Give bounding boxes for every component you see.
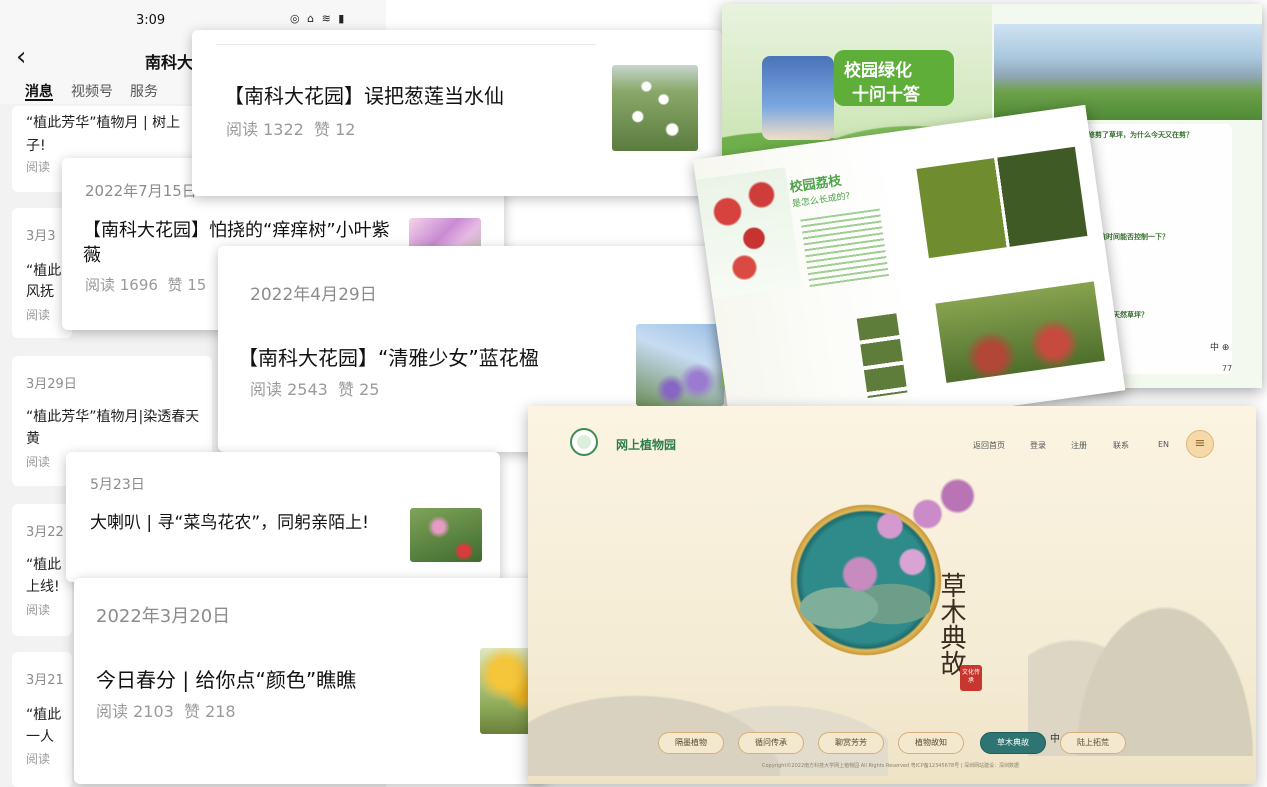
article-title: 大喇叭 | 寻“菜鸟花农”，同躬亲陌上!	[90, 513, 369, 533]
list-item-extra: 风抚	[26, 284, 54, 300]
list-item-date: 3月29日	[26, 377, 77, 392]
badge-subtitle: 十问十答	[852, 85, 920, 105]
list-item[interactable]: 3月22 “植此 上线! 阅读	[12, 504, 72, 636]
website-footer: Copyright©2022南方科技大学网上植物园 All Rights Res…	[762, 763, 1020, 769]
list-item-extra: 上线!	[26, 579, 60, 595]
brochure-right-photo	[994, 24, 1262, 120]
article-date: 2022年4月29日	[250, 285, 377, 305]
article-card-zephyranthes[interactable]: 【南科大花园】误把葱莲当水仙 阅读 1322 赞 12	[192, 30, 722, 196]
status-icons: ◎ ⌂ ≋ ▮	[290, 12, 347, 25]
badge-title: 校园绿化	[844, 61, 912, 81]
jacaranda-thumbnail	[636, 324, 724, 406]
nav-register-link[interactable]: 注册	[1071, 440, 1087, 451]
article-stats: 阅读 2103 赞 218	[96, 702, 236, 721]
list-item-extra: 黄	[26, 431, 40, 447]
list-item-extra: 子!	[26, 138, 46, 154]
list-item-title: “植此	[26, 557, 62, 573]
teacher-illustration	[762, 56, 834, 140]
brochure-page-num: 77	[1222, 364, 1233, 373]
calligraphy-title: 草木典故	[936, 572, 966, 676]
tab-underline	[25, 99, 53, 101]
nav-login-link[interactable]: 登录	[1030, 440, 1046, 451]
article-title: 今日春分 | 给你点“颜色”瞧瞧	[96, 668, 357, 692]
article-card-spring-equinox[interactable]: 2022年3月20日 今日春分 | 给你点“颜色”瞧瞧 阅读 2103 赞 21…	[74, 578, 546, 784]
nav-button-4[interactable]: 植物故知	[898, 732, 964, 754]
status-time: 3:09	[136, 13, 166, 28]
site-logo-text[interactable]: 网上植物园	[616, 436, 676, 453]
brochure-lang: 中 ⊕	[1210, 343, 1230, 353]
card-top-line	[216, 44, 596, 45]
account-title: 南科大	[145, 53, 194, 72]
tab-messages[interactable]: 消息	[25, 81, 53, 101]
article-stats: 阅读 1696 赞 15	[85, 276, 207, 294]
gardener-thumbnail	[410, 508, 482, 562]
list-item-stats: 阅读	[26, 160, 51, 174]
list-item-date: 3月21	[26, 673, 64, 688]
list-item-extra: 一人	[26, 729, 54, 745]
brochure-lychee: 校园荔枝 是怎么长成的?	[693, 104, 1126, 446]
list-item-date: 3月22	[26, 525, 64, 540]
nav-button-1[interactable]: 隔墨植物	[658, 732, 724, 754]
article-title: 【南科大花园】误把葱莲当水仙	[224, 84, 504, 108]
list-item[interactable]: 3月21 “植此 一人 阅读	[12, 652, 72, 787]
phone-tabs: 消息 视频号 服务	[0, 75, 200, 105]
nav-contact-link[interactable]: 联系	[1113, 440, 1129, 451]
nav-button-3[interactable]: 聊赏芳芳	[818, 732, 884, 754]
list-item-title: “植此	[26, 263, 62, 279]
site-logo-icon[interactable]	[570, 428, 598, 456]
nav-language-link[interactable]: EN	[1158, 440, 1169, 449]
list-item-title: “植此	[26, 707, 62, 723]
tab-services[interactable]: 服务	[130, 81, 158, 101]
list-item-title: “植此芳华”植物月|染透春天	[26, 409, 200, 425]
lychee-illustration	[695, 167, 802, 299]
list-item-title: “植此芳华”植物月 | 树上	[26, 115, 181, 131]
article-date: 2022年3月20日	[96, 606, 231, 627]
tab-video[interactable]: 视频号	[71, 81, 113, 101]
back-icon[interactable]: ‹	[16, 42, 26, 72]
nav-home-link[interactable]: 返回首页	[973, 440, 1005, 451]
article-stats: 阅读 1322 赞 12	[226, 120, 356, 139]
nav-button-6[interactable]: 陆上拓荒	[1060, 732, 1126, 754]
menu-icon: ≡	[1194, 436, 1206, 451]
list-item-stats: 阅读	[26, 752, 51, 766]
list-item-stats: 阅读	[26, 308, 51, 322]
article-title: 【南科大花园】“清雅少女”蓝花楹	[238, 346, 539, 370]
mountains-left	[528, 636, 888, 776]
list-item-date: 3月3	[26, 229, 56, 244]
mountains-right	[1028, 526, 1256, 756]
brochure-badge: 校园绿化 十问十答	[834, 50, 954, 106]
article-stats: 阅读 2543 赞 25	[250, 380, 380, 399]
lychee-text-block	[800, 208, 890, 289]
article-date: 5月23日	[90, 477, 145, 493]
zephyranthes-thumbnail	[612, 65, 698, 151]
menu-button[interactable]: ≡	[1186, 430, 1214, 458]
list-item-stats: 阅读	[26, 603, 51, 617]
article-date: 2022年7月15日	[85, 182, 197, 200]
red-seal: 文化传承	[960, 665, 982, 691]
nav-button-5-active[interactable]: 草木典故	[980, 732, 1046, 754]
list-item-stats: 阅读	[26, 455, 51, 469]
article-card-gardener[interactable]: 5月23日 大喇叭 | 寻“菜鸟花农”，同躬亲陌上!	[66, 452, 500, 582]
nav-button-2[interactable]: 循问传承	[738, 732, 804, 754]
